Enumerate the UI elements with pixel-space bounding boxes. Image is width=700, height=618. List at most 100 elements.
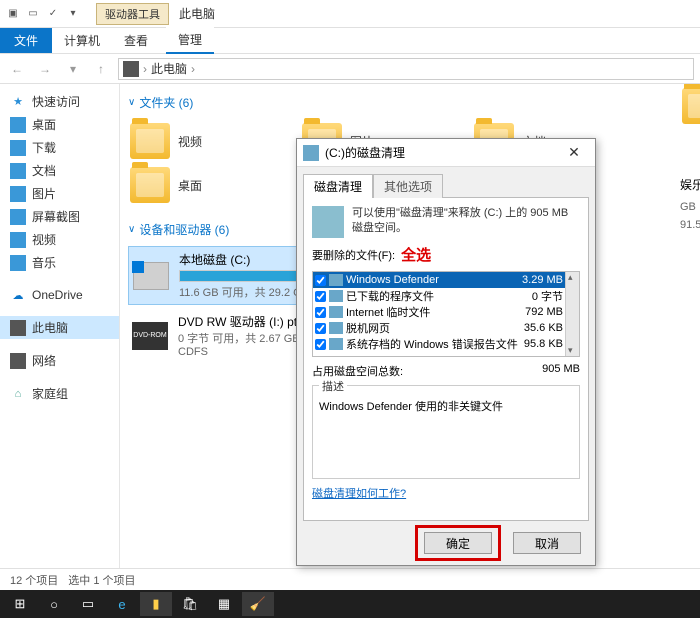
drive-cut-size: 91.5 — [680, 219, 700, 231]
store-icon[interactable]: 🛍 — [174, 592, 206, 616]
ribbon-tab-view[interactable]: 查看 — [112, 28, 160, 53]
files-label: 要删除的文件(F): — [312, 247, 395, 263]
tool-context-tab[interactable]: 驱动器工具 — [96, 3, 169, 25]
sidebar-onedrive[interactable]: ☁OneDrive — [0, 284, 119, 306]
file-icon — [329, 322, 343, 334]
sidebar-item-pictures[interactable]: 图片 — [0, 182, 119, 205]
cutoff-column: 下载 娱乐 GB 91.5 — [680, 84, 700, 231]
sidebar-item-videos[interactable]: 视频 — [0, 228, 119, 251]
sidebar-homegroup[interactable]: ⌂家庭组 — [0, 382, 119, 405]
folder-desktop[interactable]: 桌面 — [128, 163, 300, 207]
annotation-text: 全选 — [401, 244, 431, 265]
sidebar-item-screenshots[interactable]: 屏幕截图 — [0, 205, 119, 228]
sidebar-quick-access[interactable]: ★快速访问 — [0, 90, 119, 113]
picture-icon — [10, 186, 26, 202]
pc-icon — [10, 320, 26, 336]
cortana-button[interactable]: ○ — [38, 592, 70, 616]
chevron-down-icon: ∨ — [128, 97, 135, 108]
window-titlebar: ▣ ▭ ✓ ▾ 驱动器工具 此电脑 — [0, 0, 700, 28]
app-icon: ▣ — [4, 5, 22, 23]
file-row[interactable]: 系统存档的 Windows 错误报告文件95.8 KB — [313, 336, 579, 352]
file-checkbox[interactable] — [315, 275, 326, 286]
folder-videos[interactable]: 视频 — [128, 119, 300, 163]
ribbon-tab-computer[interactable]: 计算机 — [52, 28, 112, 53]
window-title: 此电脑 — [179, 5, 215, 22]
file-tab[interactable]: 文件 — [0, 28, 52, 53]
folder-icon — [130, 123, 170, 159]
chevron-down-icon: ∨ — [128, 224, 135, 235]
document-icon — [10, 163, 26, 179]
file-checkbox[interactable] — [315, 291, 326, 302]
network-icon — [10, 353, 26, 369]
sidebar-item-desktop[interactable]: 桌面 — [0, 113, 119, 136]
dialog-tabs: 磁盘清理 其他选项 — [297, 167, 595, 197]
folder-downloads[interactable]: 下载 — [680, 84, 700, 128]
qat-btn[interactable]: ▭ — [24, 5, 42, 23]
selection-count: 选中 1 个项目 — [68, 572, 135, 588]
taskbar: ⊞ ○ ▭ e ▮ 🛍 ▦ 🧹 — [0, 590, 700, 618]
ok-highlight: 确定 — [415, 525, 501, 561]
cleanup-large-icon — [312, 206, 344, 238]
total-value: 905 MB — [542, 363, 580, 379]
breadcrumb-item[interactable]: 此电脑 — [151, 60, 187, 77]
nav-history[interactable]: ▾ — [62, 58, 84, 80]
file-checkbox[interactable] — [315, 339, 326, 350]
file-checkbox[interactable] — [315, 323, 326, 334]
dialog-title: (C:)的磁盘清理 — [325, 144, 559, 161]
dvd-icon: DVD-ROM — [132, 322, 168, 350]
file-row[interactable]: Windows Defender3.29 MB — [313, 272, 579, 288]
cancel-button[interactable]: 取消 — [513, 532, 581, 554]
tab-cleanup[interactable]: 磁盘清理 — [303, 174, 373, 198]
address-bar: ← → ▾ ↑ › 此电脑 › — [0, 54, 700, 84]
ok-button[interactable]: 确定 — [424, 532, 492, 554]
drive-cut-label: 娱乐 — [680, 176, 700, 193]
item-count: 12 个项目 — [10, 572, 58, 588]
taskview-button[interactable]: ▭ — [72, 592, 104, 616]
help-link[interactable]: 磁盘清理如何工作? — [312, 488, 406, 500]
description-text: Windows Defender 使用的非关键文件 — [319, 392, 573, 414]
status-bar: 12 个项目 选中 1 个项目 — [0, 568, 700, 590]
onedrive-icon: ☁ — [10, 287, 26, 303]
file-icon — [329, 290, 343, 302]
nav-sidebar: ★快速访问 桌面 下载 文档 图片 屏幕截图 视频 音乐 ☁OneDrive 此… — [0, 84, 120, 594]
nav-up[interactable]: ↑ — [90, 58, 112, 80]
close-button[interactable]: ✕ — [559, 143, 589, 163]
nav-forward[interactable]: → — [34, 58, 56, 80]
total-label: 占用磁盘空间总数: — [312, 363, 403, 379]
sidebar-item-music[interactable]: 音乐 — [0, 251, 119, 274]
drive-cut-gb: GB — [680, 201, 700, 213]
nav-back[interactable]: ← — [6, 58, 28, 80]
dialog-buttons: 确定 取消 — [297, 521, 595, 565]
qat-btn[interactable]: ✓ — [44, 5, 62, 23]
sidebar-item-downloads[interactable]: 下载 — [0, 136, 119, 159]
folders-header[interactable]: ∨文件夹 (6) — [128, 94, 692, 111]
ribbon-tab-manage[interactable]: 管理 — [166, 27, 214, 54]
pc-icon — [123, 61, 139, 77]
file-row[interactable]: 已下载的程序文件0 字节 — [313, 288, 579, 304]
download-icon — [10, 140, 26, 156]
cleanup-message: 可以使用"磁盘清理"来释放 (C:) 上的 905 MB 磁盘空间。 — [352, 206, 580, 237]
app-icon[interactable]: ▦ — [208, 592, 240, 616]
breadcrumb[interactable]: › 此电脑 › — [118, 58, 694, 80]
drive-icon — [133, 262, 169, 290]
homegroup-icon: ⌂ — [10, 386, 26, 402]
star-icon: ★ — [10, 94, 26, 110]
explorer-icon[interactable]: ▮ — [140, 592, 172, 616]
sidebar-item-documents[interactable]: 文档 — [0, 159, 119, 182]
start-button[interactable]: ⊞ — [4, 592, 36, 616]
sidebar-network[interactable]: 网络 — [0, 349, 119, 372]
file-checkbox[interactable] — [315, 307, 326, 318]
sidebar-thispc[interactable]: 此电脑 — [0, 316, 119, 339]
dialog-titlebar: (C:)的磁盘清理 ✕ — [297, 139, 595, 167]
edge-icon[interactable]: e — [106, 592, 138, 616]
file-row[interactable]: 脱机网页35.6 KB — [313, 320, 579, 336]
file-row[interactable]: Internet 临时文件792 MB — [313, 304, 579, 320]
tab-other[interactable]: 其他选项 — [373, 174, 443, 198]
scrollbar[interactable] — [565, 272, 579, 356]
group-title: 描述 — [319, 378, 347, 394]
diskcleanup-icon[interactable]: 🧹 — [242, 592, 274, 616]
file-list[interactable]: Windows Defender3.29 MB 已下载的程序文件0 字节 Int… — [312, 271, 580, 357]
ribbon: 文件 计算机 查看 管理 — [0, 28, 700, 54]
qat-dropdown[interactable]: ▾ — [64, 5, 82, 23]
desktop-icon — [10, 117, 26, 133]
